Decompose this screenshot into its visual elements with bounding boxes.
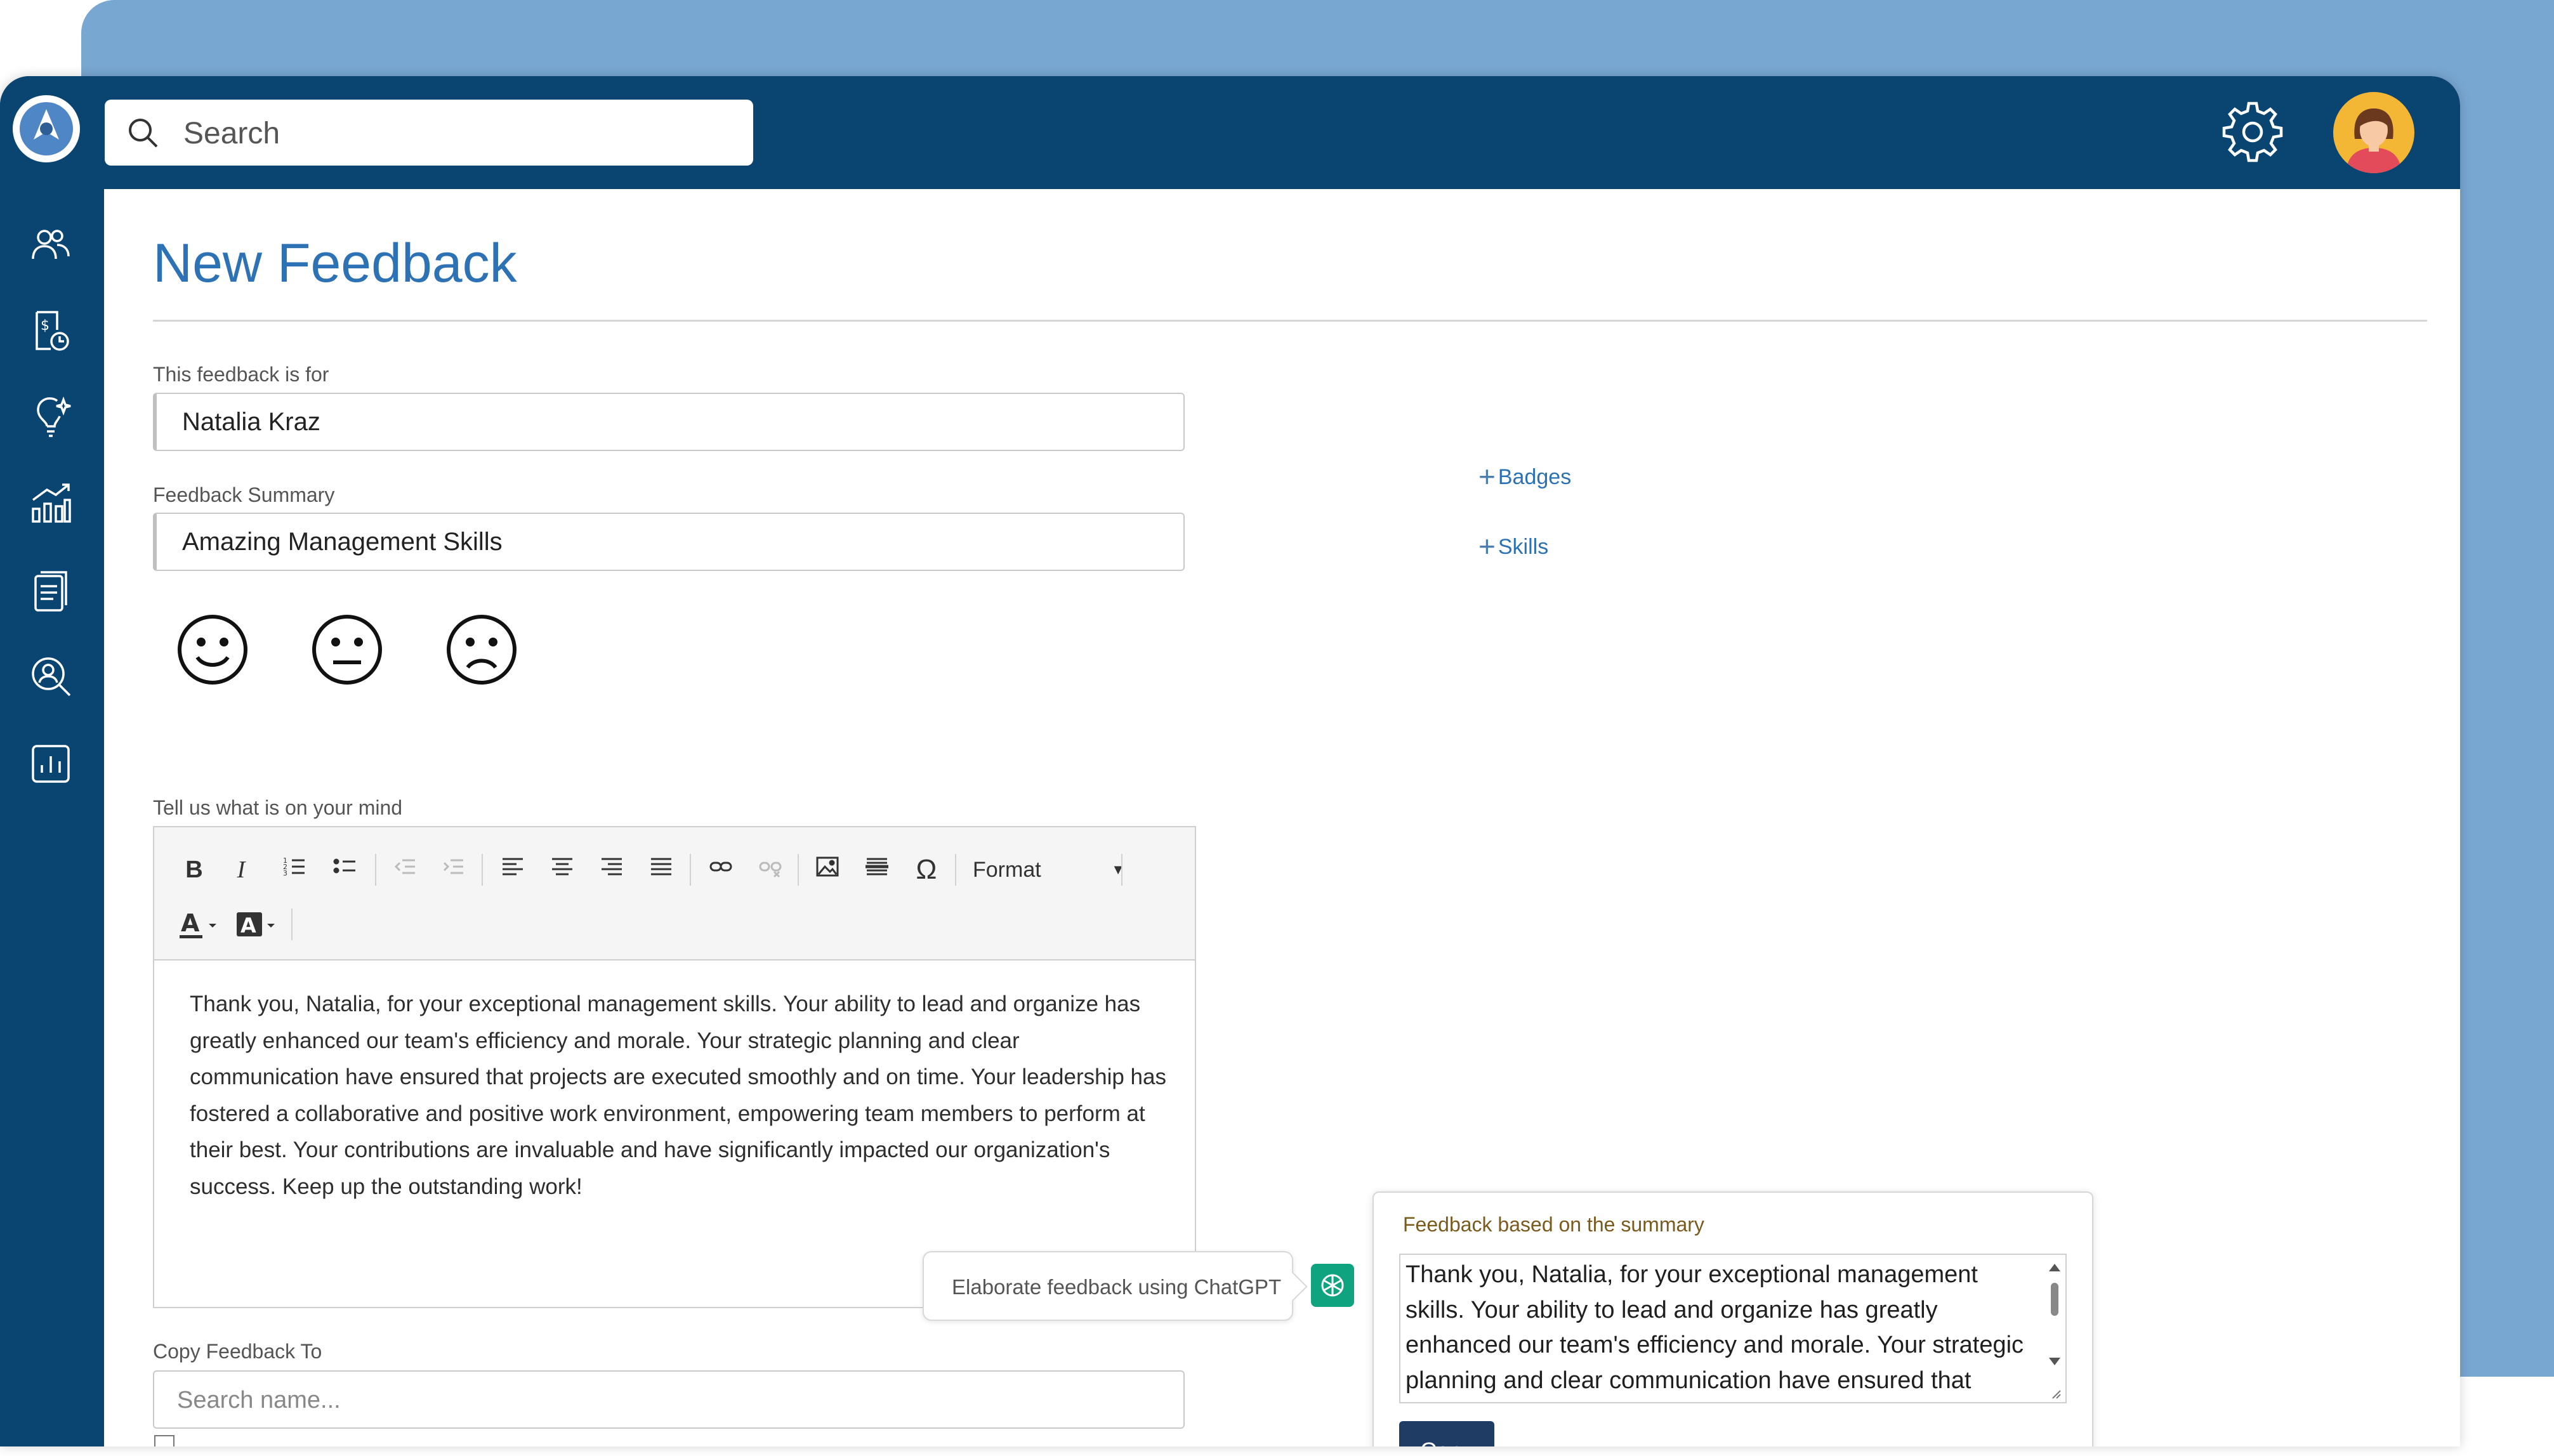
recipient-field[interactable]: Natalia Kraz: [153, 393, 1185, 451]
toolbar-separator: [690, 854, 691, 886]
summary-label: Feedback Summary: [153, 483, 335, 506]
copy-to-label: Copy Feedback To: [153, 1340, 322, 1363]
toolbar-separator: [955, 854, 956, 886]
sidebar: $: [0, 76, 104, 1446]
avatar[interactable]: [2333, 92, 2414, 173]
scrollbar-arrows-icon: [2049, 1264, 2061, 1399]
svg-text:A: A: [240, 914, 256, 938]
analytics-chart-icon[interactable]: [28, 741, 74, 787]
rich-text-editor[interactable]: B I 123 Ω Format ▼ A A Thank you, Natali…: [153, 826, 1196, 1308]
search-icon: [129, 119, 158, 148]
format-dropdown[interactable]: Format ▼: [973, 854, 1131, 886]
bar-chart-growth-icon[interactable]: [28, 481, 74, 527]
recipient-label: This feedback is for: [153, 363, 329, 386]
mind-label: Tell us what is on your mind: [153, 796, 403, 819]
page-title: New Feedback: [153, 233, 517, 294]
search-bar[interactable]: [105, 100, 753, 166]
lightbulb-sparkle-icon[interactable]: [28, 393, 74, 439]
align-right-icon[interactable]: [596, 854, 628, 886]
add-skills-link[interactable]: + Skills: [1478, 529, 1548, 563]
toolbar-separator: [482, 854, 483, 886]
gear-icon[interactable]: [2221, 100, 2284, 164]
neutral-face-icon[interactable]: [309, 612, 385, 688]
indent-icon[interactable]: [437, 854, 469, 886]
chatgpt-tooltip: Elaborate feedback using ChatGPT: [923, 1251, 1308, 1321]
svg-text:A: A: [181, 909, 200, 937]
toolbar-separator: [798, 854, 799, 886]
align-left-icon[interactable]: [497, 854, 529, 886]
copy-to-input[interactable]: [176, 1381, 1130, 1420]
happy-face-icon[interactable]: [174, 612, 251, 688]
summary-field[interactable]: Amazing Management Skills: [153, 513, 1185, 571]
summary-value: Amazing Management Skills: [182, 528, 503, 556]
chatgpt-feedback-panel: Feedback based on the summary Thank you,…: [1372, 1191, 2093, 1446]
background-color-icon[interactable]: A: [234, 908, 282, 940]
justify-icon[interactable]: [645, 854, 677, 886]
image-icon[interactable]: [812, 854, 843, 886]
badges-label: Badges: [1498, 465, 1572, 489]
copy-to-field[interactable]: [153, 1370, 1185, 1429]
search-input[interactable]: [182, 107, 737, 159]
chatgpt-icon: [1321, 1274, 1344, 1297]
add-badges-link[interactable]: + Badges: [1478, 459, 1571, 494]
italic-button[interactable]: I: [225, 854, 257, 886]
people-search-icon[interactable]: [28, 653, 74, 699]
sad-face-icon[interactable]: [444, 612, 520, 688]
plus-icon: +: [1478, 530, 1496, 563]
title-divider: [153, 320, 2427, 322]
unlink-icon[interactable]: [754, 854, 786, 886]
toolbar-separator: [291, 908, 293, 940]
generated-feedback-textarea[interactable]: Thank you, Natalia, for your exceptional…: [1399, 1254, 2067, 1403]
horizontal-rule-icon[interactable]: [861, 854, 893, 886]
align-center-icon[interactable]: [546, 854, 578, 886]
textarea-scrollbar[interactable]: [2044, 1255, 2065, 1402]
copy-button[interactable]: Copy: [1399, 1421, 1494, 1446]
app-window: $ Search New Feedback This feedback is f…: [0, 76, 2460, 1446]
format-label: Format: [973, 858, 1041, 882]
editor-content[interactable]: Thank you, Natalia, for your exceptional…: [190, 986, 1173, 1205]
panel-title: Feedback based on the summary: [1403, 1213, 1704, 1236]
chatgpt-button[interactable]: [1311, 1264, 1354, 1307]
outdent-icon[interactable]: [389, 854, 421, 886]
numbered-list-icon[interactable]: 123: [279, 854, 310, 886]
editor-toolbar: B I 123 Ω Format ▼ A A: [154, 827, 1195, 961]
tooltip-arrow: [1279, 1272, 1308, 1301]
users-icon[interactable]: [28, 223, 74, 269]
skills-label: Skills: [1498, 535, 1549, 559]
bold-button[interactable]: B: [178, 854, 210, 886]
link-icon[interactable]: [705, 854, 737, 886]
recipient-value: Natalia Kraz: [182, 408, 320, 436]
generated-feedback-text: Thank you, Natalia, for your exceptional…: [1405, 1261, 2024, 1394]
chatgpt-tooltip-text: Elaborate feedback using ChatGPT: [952, 1275, 1282, 1299]
toolbar-separator: [1121, 854, 1122, 886]
svg-text:3: 3: [283, 869, 287, 877]
app-logo-icon[interactable]: [13, 95, 80, 162]
text-color-icon[interactable]: A: [178, 908, 223, 940]
document-list-icon[interactable]: [28, 568, 74, 614]
main-content: New Feedback This feedback is for Natali…: [105, 189, 2460, 1446]
checkbox[interactable]: [154, 1435, 174, 1446]
special-character-icon[interactable]: Ω: [911, 854, 942, 886]
invoice-clock-icon[interactable]: $: [28, 308, 74, 354]
plus-icon: +: [1478, 460, 1496, 493]
caret-down-icon: ▼: [1111, 862, 1125, 877]
toolbar-separator: [375, 854, 376, 886]
svg-text:$: $: [41, 318, 49, 334]
bullet-list-icon[interactable]: [329, 854, 361, 886]
